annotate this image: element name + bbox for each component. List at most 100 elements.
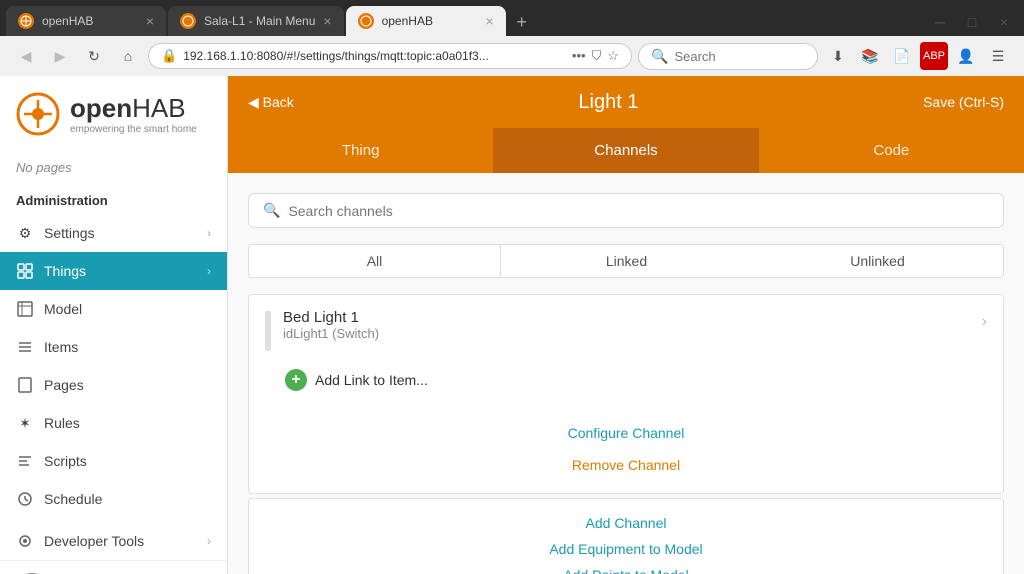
tab-channels[interactable]: Channels bbox=[493, 128, 758, 173]
channel-chevron-icon[interactable]: › bbox=[982, 309, 987, 331]
tab2-close[interactable]: × bbox=[323, 13, 331, 29]
lock-icon: 🔒 bbox=[161, 48, 177, 64]
sidebar-item-model[interactable]: Model bbox=[0, 290, 227, 328]
sidebar-item-label-pages: Pages bbox=[44, 377, 211, 393]
items-icon bbox=[16, 338, 34, 356]
forward-button[interactable]: ▶ bbox=[46, 42, 74, 70]
search-icon: 🔍 bbox=[263, 202, 280, 219]
add-channel-link[interactable]: Add Channel bbox=[265, 515, 987, 531]
maximize-button[interactable]: □ bbox=[958, 8, 986, 36]
menu-icon[interactable]: ☰ bbox=[984, 42, 1012, 70]
sidebar-item-developer-tools[interactable]: Developer Tools › bbox=[0, 522, 227, 560]
reader-icon[interactable]: 📄 bbox=[888, 42, 916, 70]
browser-search-input[interactable] bbox=[674, 49, 794, 64]
sidebar-item-scripts[interactable]: Scripts bbox=[0, 442, 227, 480]
tab-navigation: Thing Channels Code bbox=[228, 128, 1024, 173]
browser-chrome: openHAB × Sala-L1 - Main Menu × openHAB … bbox=[0, 0, 1024, 76]
tab3-close[interactable]: × bbox=[485, 13, 493, 29]
profile-icon[interactable]: 👤 bbox=[952, 42, 980, 70]
more-icon[interactable]: ••• bbox=[572, 48, 586, 64]
sidebar-item-items[interactable]: Items bbox=[0, 328, 227, 366]
address-icons: ••• ⛉ ☆ bbox=[572, 48, 619, 64]
sidebar-logo: openHAB empowering the smart home bbox=[0, 76, 227, 152]
sidebar-item-rules[interactable]: ✶ Rules bbox=[0, 404, 227, 442]
search-bar[interactable]: 🔍 bbox=[638, 43, 818, 70]
sidebar-item-label-items: Items bbox=[44, 339, 211, 355]
tab3-favicon bbox=[358, 13, 374, 29]
content-area: 🔍 All Linked Unlinked Bed Light 1 idLigh… bbox=[228, 173, 1024, 574]
filter-tab-unlinked[interactable]: Unlinked bbox=[752, 245, 1003, 277]
add-link-row[interactable]: + Add Link to Item... bbox=[249, 365, 1003, 405]
home-button[interactable]: ⌂ bbox=[114, 42, 142, 70]
things-arrow: › bbox=[207, 264, 211, 278]
filter-tab-all[interactable]: All bbox=[249, 245, 501, 277]
remove-channel-link[interactable]: Remove Channel bbox=[265, 453, 987, 477]
sidebar-item-label-model: Model bbox=[44, 301, 211, 317]
add-points-link[interactable]: Add Points to Model bbox=[265, 567, 987, 574]
sidebar-item-label-developer: Developer Tools bbox=[44, 533, 197, 549]
logo-text: openHAB empowering the smart home bbox=[70, 93, 197, 135]
tab-bar: openHAB × Sala-L1 - Main Menu × openHAB … bbox=[0, 0, 1024, 36]
tab-thing[interactable]: Thing bbox=[228, 128, 493, 173]
sidebar-footer: admin 192.168.1.10:8080 bbox=[0, 560, 227, 574]
browser-tab-2[interactable]: Sala-L1 - Main Menu × bbox=[168, 6, 344, 36]
sidebar-item-settings[interactable]: ⚙ Settings › bbox=[0, 214, 227, 252]
minimize-button[interactable]: ─ bbox=[926, 8, 954, 36]
back-button[interactable]: ◀ bbox=[12, 42, 40, 70]
tab-code[interactable]: Code bbox=[759, 128, 1024, 173]
app: openHAB empowering the smart home No pag… bbox=[0, 76, 1024, 574]
page-title: Light 1 bbox=[294, 91, 923, 114]
star-icon[interactable]: ☆ bbox=[607, 48, 619, 64]
sidebar-item-label-things: Things bbox=[44, 263, 197, 279]
pages-icon bbox=[16, 376, 34, 394]
sidebar-item-label-settings: Settings bbox=[44, 225, 197, 241]
scripts-icon bbox=[16, 452, 34, 470]
add-link-label: Add Link to Item... bbox=[315, 372, 428, 388]
logo-name: openHAB bbox=[70, 93, 197, 124]
filter-tabs: All Linked Unlinked bbox=[248, 244, 1004, 278]
sidebar: openHAB empowering the smart home No pag… bbox=[0, 76, 228, 574]
sidebar-item-label-schedule: Schedule bbox=[44, 491, 211, 507]
close-window-button[interactable]: × bbox=[990, 8, 1018, 36]
search-bar-icon: 🔍 bbox=[651, 48, 668, 65]
tab1-close[interactable]: × bbox=[146, 13, 154, 29]
refresh-button[interactable]: ↻ bbox=[80, 42, 108, 70]
search-channels-input[interactable] bbox=[288, 203, 989, 219]
channel-name: Bed Light 1 bbox=[283, 309, 970, 326]
bottom-actions: Add Channel Add Equipment to Model Add P… bbox=[248, 498, 1004, 574]
sidebar-item-label-scripts: Scripts bbox=[44, 453, 211, 469]
admin-section-label: Administration bbox=[0, 183, 227, 214]
back-button[interactable]: ◀ Back bbox=[248, 94, 294, 111]
add-equipment-link[interactable]: Add Equipment to Model bbox=[265, 541, 987, 557]
tab2-favicon bbox=[180, 13, 196, 29]
logo-tagline: empowering the smart home bbox=[70, 124, 197, 135]
tab3-title: openHAB bbox=[382, 14, 478, 28]
schedule-icon bbox=[16, 490, 34, 508]
sidebar-item-pages[interactable]: Pages bbox=[0, 366, 227, 404]
address-text: 192.168.1.10:8080/#!/settings/things/mqt… bbox=[183, 49, 566, 63]
bookmarks-icon[interactable]: 📚 bbox=[856, 42, 884, 70]
browser-tab-3[interactable]: openHAB × bbox=[346, 6, 506, 36]
channel-card: Bed Light 1 idLight1 (Switch) › + Add Li… bbox=[248, 294, 1004, 494]
sidebar-item-label-rules: Rules bbox=[44, 415, 211, 431]
settings-arrow: › bbox=[207, 226, 211, 240]
sidebar-item-things[interactable]: Things › bbox=[0, 252, 227, 290]
filter-tab-linked[interactable]: Linked bbox=[501, 245, 752, 277]
search-channels-bar[interactable]: 🔍 bbox=[248, 193, 1004, 228]
browser-tab-1[interactable]: openHAB × bbox=[6, 6, 166, 36]
top-header: ◀ Back Light 1 Save (Ctrl-S) bbox=[228, 76, 1024, 128]
save-button[interactable]: Save (Ctrl-S) bbox=[923, 94, 1004, 110]
developer-tools-icon bbox=[16, 532, 34, 550]
new-tab-button[interactable]: + bbox=[508, 8, 536, 36]
configure-channel-link[interactable]: Configure Channel bbox=[265, 421, 987, 445]
main-content: ◀ Back Light 1 Save (Ctrl-S) Thing Chann… bbox=[228, 76, 1024, 574]
address-bar[interactable]: 🔒 192.168.1.10:8080/#!/settings/things/m… bbox=[148, 43, 632, 69]
bookmark-icon[interactable]: ⛉ bbox=[592, 48, 602, 64]
sidebar-item-schedule[interactable]: Schedule bbox=[0, 480, 227, 518]
model-icon bbox=[16, 300, 34, 318]
channel-header: Bed Light 1 idLight1 (Switch) › bbox=[249, 295, 1003, 365]
download-icon[interactable]: ⬇ bbox=[824, 42, 852, 70]
channel-color-bar bbox=[265, 311, 271, 351]
tab2-title: Sala-L1 - Main Menu bbox=[204, 14, 315, 28]
abp-icon[interactable]: ABP bbox=[920, 42, 948, 70]
